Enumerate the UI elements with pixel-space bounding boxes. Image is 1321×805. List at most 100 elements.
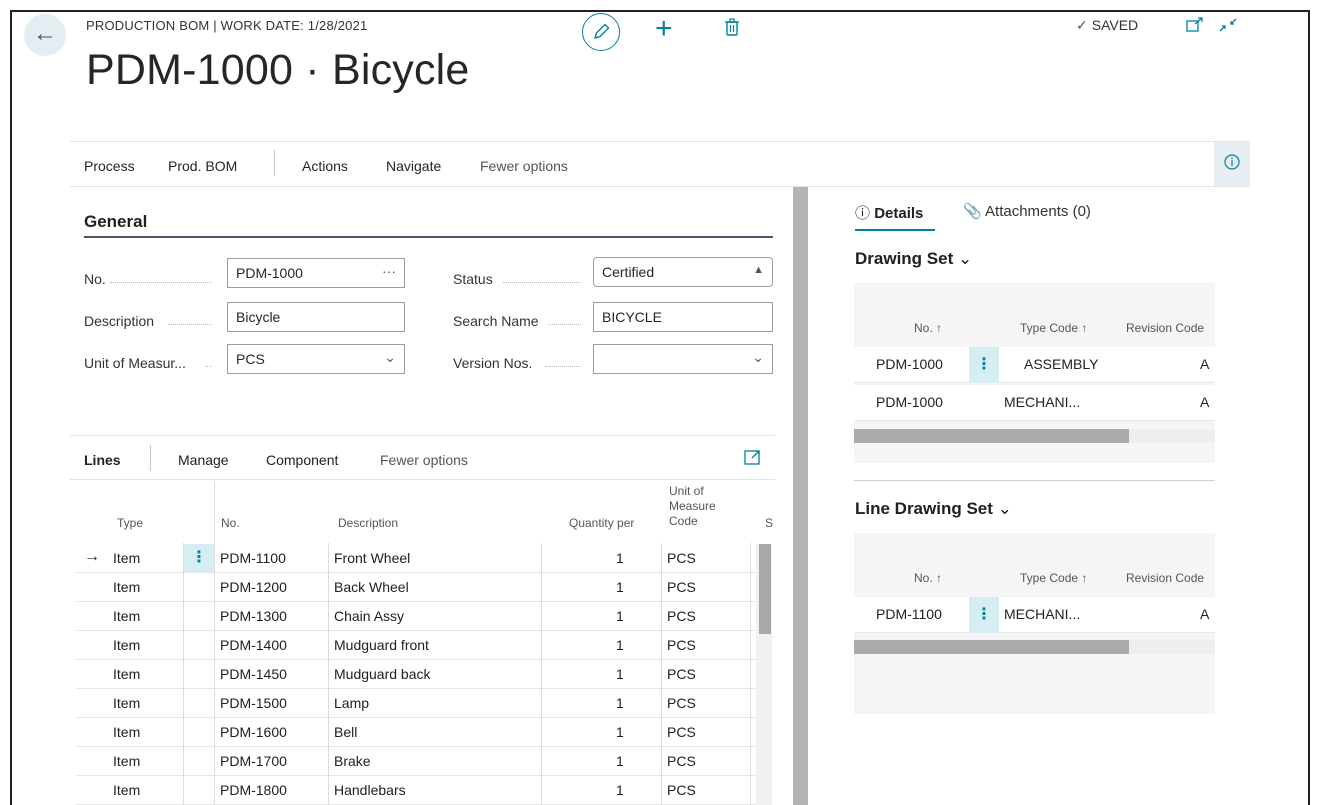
row-quantity-per[interactable]: 1 — [616, 550, 624, 566]
row-type[interactable]: Item — [113, 695, 140, 711]
line-drawing-set-col-no[interactable]: No. ↑ — [914, 571, 942, 585]
drawing-set-col-no[interactable]: No. ↑ — [914, 321, 942, 335]
lines-action-component[interactable]: Component — [266, 452, 338, 468]
table-row[interactable]: Item PDM-1400 Mudguard front 1 PCS — [76, 631, 758, 660]
status-select[interactable]: Certified ▲ — [593, 257, 773, 287]
row-no[interactable]: PDM-1100 — [220, 550, 286, 566]
row-type[interactable]: Item — [113, 579, 140, 595]
col-header-quantity-per[interactable]: Quantity per — [569, 516, 634, 531]
row-description[interactable]: Handlebars — [334, 782, 406, 798]
lines-title[interactable]: Lines — [84, 452, 121, 468]
row-uom[interactable]: PCS — [667, 608, 696, 624]
row-no[interactable]: PDM-1300 — [220, 608, 287, 624]
row-description[interactable]: Lamp — [334, 695, 369, 711]
table-row[interactable]: Item PDM-1300 Chain Assy 1 PCS — [76, 602, 758, 631]
action-process[interactable]: Process — [84, 158, 135, 174]
drawing-set-title[interactable]: Drawing Set ⌄ — [855, 249, 972, 269]
row-type[interactable]: Item — [113, 724, 140, 740]
line-drawing-set-hscroll-thumb[interactable] — [854, 640, 1129, 654]
col-header-description[interactable]: Description — [338, 516, 398, 531]
drawing-set-row[interactable]: PDM-1000 ⋮ ASSEMBLY A — [854, 347, 1215, 383]
row-description[interactable]: Mudguard back — [334, 666, 431, 682]
row-quantity-per[interactable]: 1 — [616, 695, 624, 711]
table-row[interactable]: → ⋮ Item PDM-1100 Front Wheel 1 PCS — [76, 544, 758, 573]
row-uom[interactable]: PCS — [667, 695, 696, 711]
row-menu-button[interactable]: ⋮ — [969, 597, 999, 633]
collapse-button[interactable] — [1218, 15, 1238, 40]
col-header-uom[interactable]: Unit of Measure Code — [669, 484, 716, 529]
row-menu-button[interactable]: ⋮ — [969, 347, 999, 383]
row-uom[interactable]: PCS — [667, 637, 696, 653]
no-field[interactable]: PDM-1000 ··· — [227, 258, 405, 288]
action-actions[interactable]: Actions — [302, 158, 348, 174]
row-no[interactable]: PDM-1200 — [220, 579, 287, 595]
lines-action-manage[interactable]: Manage — [178, 452, 229, 468]
row-description[interactable]: Mudguard front — [334, 637, 429, 653]
row-no[interactable]: PDM-1600 — [220, 724, 287, 740]
table-row[interactable]: Item PDM-1200 Back Wheel 1 PCS — [76, 573, 758, 602]
lines-action-fewer-options[interactable]: Fewer options — [380, 452, 468, 468]
table-row[interactable]: Item PDM-1700 Brake 1 PCS — [76, 747, 758, 776]
table-row[interactable]: Item PDM-1800 Handlebars 1 PCS — [76, 776, 758, 805]
drawing-set-col-type-code[interactable]: Type Code ↑ — [1020, 321, 1087, 335]
row-description[interactable]: Front Wheel — [334, 550, 410, 566]
row-uom[interactable]: PCS — [667, 550, 696, 566]
row-no[interactable]: PDM-1700 — [220, 753, 287, 769]
row-uom[interactable]: PCS — [667, 753, 696, 769]
back-button[interactable]: ← — [24, 14, 66, 56]
action-fewer-options[interactable]: Fewer options — [480, 158, 568, 174]
line-drawing-set-row[interactable]: PDM-1100 ⋮ MECHANI... A — [854, 597, 1215, 633]
edit-button[interactable] — [582, 13, 620, 51]
row-quantity-per[interactable]: 1 — [616, 753, 624, 769]
line-drawing-set-title[interactable]: Line Drawing Set ⌄ — [855, 499, 1012, 519]
row-type[interactable]: Item — [113, 666, 140, 682]
general-section-title[interactable]: General — [84, 212, 147, 232]
assist-edit-button[interactable]: ··· — [382, 263, 396, 279]
row-uom[interactable]: PCS — [667, 724, 696, 740]
action-navigate[interactable]: Navigate — [386, 158, 441, 174]
row-description[interactable]: Back Wheel — [334, 579, 409, 595]
row-type[interactable]: Item — [113, 608, 140, 624]
col-header-type[interactable]: Type — [117, 516, 143, 531]
drawing-set-col-revision-code[interactable]: Revision Code — [1126, 321, 1204, 335]
row-uom[interactable]: PCS — [667, 579, 696, 595]
row-description[interactable]: Chain Assy — [334, 608, 404, 624]
row-type[interactable]: Item — [113, 550, 140, 566]
row-type[interactable]: Item — [113, 637, 140, 653]
table-row[interactable]: Item PDM-1500 Lamp 1 PCS — [76, 689, 758, 718]
row-quantity-per[interactable]: 1 — [616, 666, 624, 682]
action-prod-bom[interactable]: Prod. BOM — [168, 158, 237, 174]
row-no[interactable]: PDM-1400 — [220, 637, 287, 653]
uom-select[interactable]: PCS ⌄ — [227, 344, 405, 374]
row-quantity-per[interactable]: 1 — [616, 724, 624, 740]
version-nos-select[interactable]: ⌄ — [593, 344, 773, 374]
col-header-no[interactable]: No. — [221, 516, 240, 531]
drawing-set-hscrollbar[interactable] — [854, 429, 1215, 443]
row-type[interactable]: Item — [113, 753, 140, 769]
search-name-field[interactable]: BICYCLE — [593, 302, 773, 332]
row-description[interactable]: Bell — [334, 724, 357, 740]
row-no[interactable]: PDM-1500 — [220, 695, 287, 711]
drawing-set-row[interactable]: PDM-1000 MECHANI... A — [854, 385, 1215, 421]
row-no[interactable]: PDM-1450 — [220, 666, 287, 682]
table-row[interactable]: Item PDM-1600 Bell 1 PCS — [76, 718, 758, 747]
expand-lines-button[interactable] — [744, 448, 762, 469]
row-uom[interactable]: PCS — [667, 666, 696, 682]
line-drawing-set-col-type-code[interactable]: Type Code ↑ — [1020, 571, 1087, 585]
line-drawing-set-hscrollbar[interactable] — [854, 640, 1215, 654]
row-description[interactable]: Brake — [334, 753, 371, 769]
tab-attachments[interactable]: 📎 Attachments (0) — [963, 202, 1091, 220]
description-field[interactable]: Bicycle — [227, 302, 405, 332]
row-quantity-per[interactable]: 1 — [616, 579, 624, 595]
new-button[interactable]: + — [655, 14, 673, 44]
row-quantity-per[interactable]: 1 — [616, 782, 624, 798]
factbox-toggle-button[interactable] — [1214, 142, 1250, 186]
row-menu-button[interactable]: ⋮ — [184, 544, 214, 572]
line-drawing-set-col-revision-code[interactable]: Revision Code — [1126, 571, 1204, 585]
page-splitter[interactable] — [793, 187, 808, 805]
row-no[interactable]: PDM-1800 — [220, 782, 287, 798]
table-row[interactable]: Item PDM-1450 Mudguard back 1 PCS — [76, 660, 758, 689]
tab-details[interactable]: ⓘ Details — [855, 202, 923, 223]
col-header-s[interactable]: S — [765, 516, 773, 531]
drawing-set-hscroll-thumb[interactable] — [854, 429, 1129, 443]
